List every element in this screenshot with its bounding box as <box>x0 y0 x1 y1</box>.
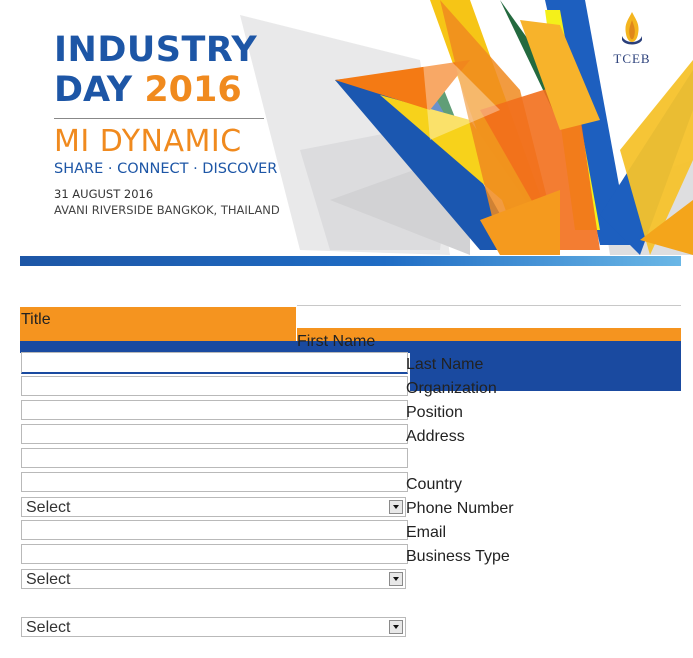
title-header-bar <box>20 307 296 341</box>
extra-select-value: Select <box>26 619 71 636</box>
chevron-down-icon[interactable] <box>389 620 403 634</box>
last-name-input[interactable] <box>21 400 408 420</box>
form-divider <box>297 305 681 306</box>
email-label: Email <box>406 524 447 541</box>
extra-select[interactable]: Select <box>21 617 406 637</box>
email-input[interactable] <box>21 544 408 564</box>
chevron-down-icon[interactable] <box>389 500 403 514</box>
position-input[interactable] <box>21 448 408 468</box>
business-type-select[interactable]: Select <box>21 569 406 589</box>
country-label: Country <box>406 476 463 493</box>
country-select[interactable]: Select <box>21 497 406 517</box>
country-select-value: Select <box>26 499 71 516</box>
title-input[interactable] <box>21 352 408 374</box>
first-name-input[interactable] <box>21 376 408 396</box>
phone-label: Phone Number <box>406 500 514 517</box>
business-type-select-value: Select <box>26 571 71 588</box>
registration-form: Title First Name Last Name Organization … <box>0 0 693 658</box>
first-name-label: First Name <box>297 333 376 350</box>
phone-input[interactable] <box>21 520 408 540</box>
last-name-label: Last Name <box>406 356 484 373</box>
chevron-down-icon[interactable] <box>389 572 403 586</box>
business-type-label: Business Type <box>406 548 510 565</box>
address-input[interactable] <box>21 472 408 492</box>
position-label: Position <box>406 404 463 421</box>
organization-input[interactable] <box>21 424 408 444</box>
organization-label: Organization <box>406 380 497 397</box>
address-label: Address <box>406 428 465 445</box>
title-label: Title <box>21 311 51 328</box>
